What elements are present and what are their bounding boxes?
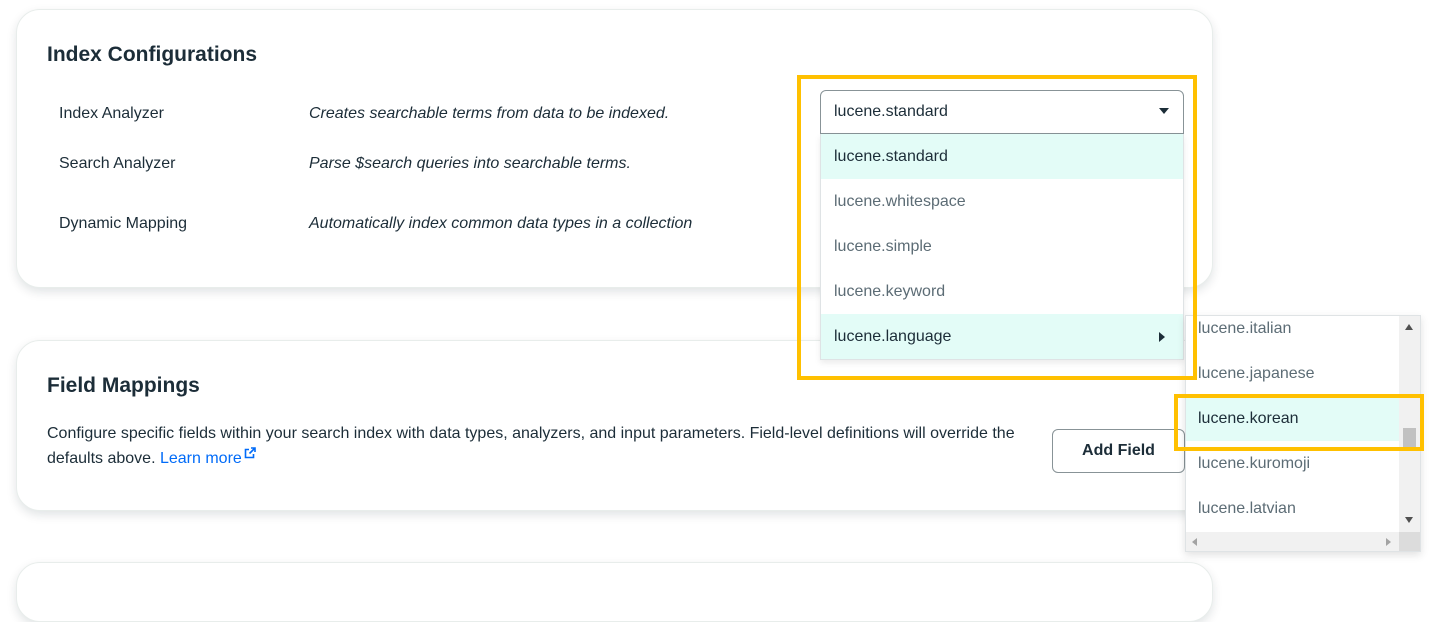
scroll-up-arrow-icon[interactable] (1405, 324, 1413, 330)
analyzer-dropdown-menu: lucene.standard lucene.whitespace lucene… (820, 134, 1184, 360)
submenu-item-lucene-japanese[interactable]: lucene.japanese (1186, 351, 1399, 396)
external-link-icon (244, 447, 256, 459)
submenu-item-lucene-kuromoji[interactable]: lucene.kuromoji (1186, 441, 1399, 486)
menu-item-lucene-simple[interactable]: lucene.simple (821, 224, 1183, 269)
language-submenu: lucene.italian lucene.japanese lucene.ko… (1185, 315, 1421, 552)
menu-item-lucene-whitespace[interactable]: lucene.whitespace (821, 179, 1183, 224)
menu-item-lucene-language[interactable]: lucene.language (821, 314, 1183, 359)
field-mappings-description: Configure specific fields within your se… (47, 421, 1022, 471)
index-analyzer-label: Index Analyzer (59, 105, 164, 122)
scroll-down-arrow-icon[interactable] (1405, 517, 1413, 523)
scrollbar-corner (1399, 532, 1420, 551)
index-configurations-title: Index Configurations (47, 43, 257, 66)
learn-more-label: Learn more (159, 450, 242, 467)
add-field-button[interactable]: Add Field (1052, 429, 1185, 473)
search-analyzer-label: Search Analyzer (59, 155, 176, 172)
chevron-right-icon (1159, 332, 1165, 342)
submenu-horizontal-scrollbar[interactable] (1186, 532, 1399, 551)
submenu-item-lucene-korean[interactable]: lucene.korean (1186, 396, 1399, 441)
field-mappings-title: Field Mappings (47, 374, 200, 397)
dynamic-mapping-description: Automatically index common data types in… (309, 215, 693, 232)
search-analyzer-description: Parse $search queries into searchable te… (309, 155, 631, 172)
menu-item-lucene-language-label: lucene.language (834, 328, 952, 345)
scroll-left-arrow-icon[interactable] (1192, 538, 1197, 546)
submenu-item-lucene-latvian[interactable]: lucene.latvian (1186, 486, 1399, 531)
scrollbar-thumb[interactable] (1403, 428, 1416, 450)
learn-more-link[interactable]: Learn more (159, 447, 256, 467)
menu-item-lucene-keyword[interactable]: lucene.keyword (821, 269, 1183, 314)
field-mappings-card: Field Mappings Configure specific fields… (16, 340, 1213, 511)
next-section-card (16, 562, 1213, 622)
index-analyzer-description: Creates searchable terms from data to be… (309, 105, 670, 122)
submenu-vertical-scrollbar[interactable] (1399, 316, 1420, 532)
submenu-item-lucene-italian[interactable]: lucene.italian (1186, 316, 1399, 351)
dynamic-mapping-label: Dynamic Mapping (59, 215, 188, 232)
index-analyzer-select[interactable]: lucene.standard (820, 90, 1184, 134)
index-analyzer-select-value: lucene.standard (834, 103, 948, 120)
scroll-right-arrow-icon[interactable] (1386, 538, 1391, 546)
menu-item-lucene-standard[interactable]: lucene.standard (821, 134, 1183, 179)
chevron-down-icon (1159, 108, 1169, 114)
